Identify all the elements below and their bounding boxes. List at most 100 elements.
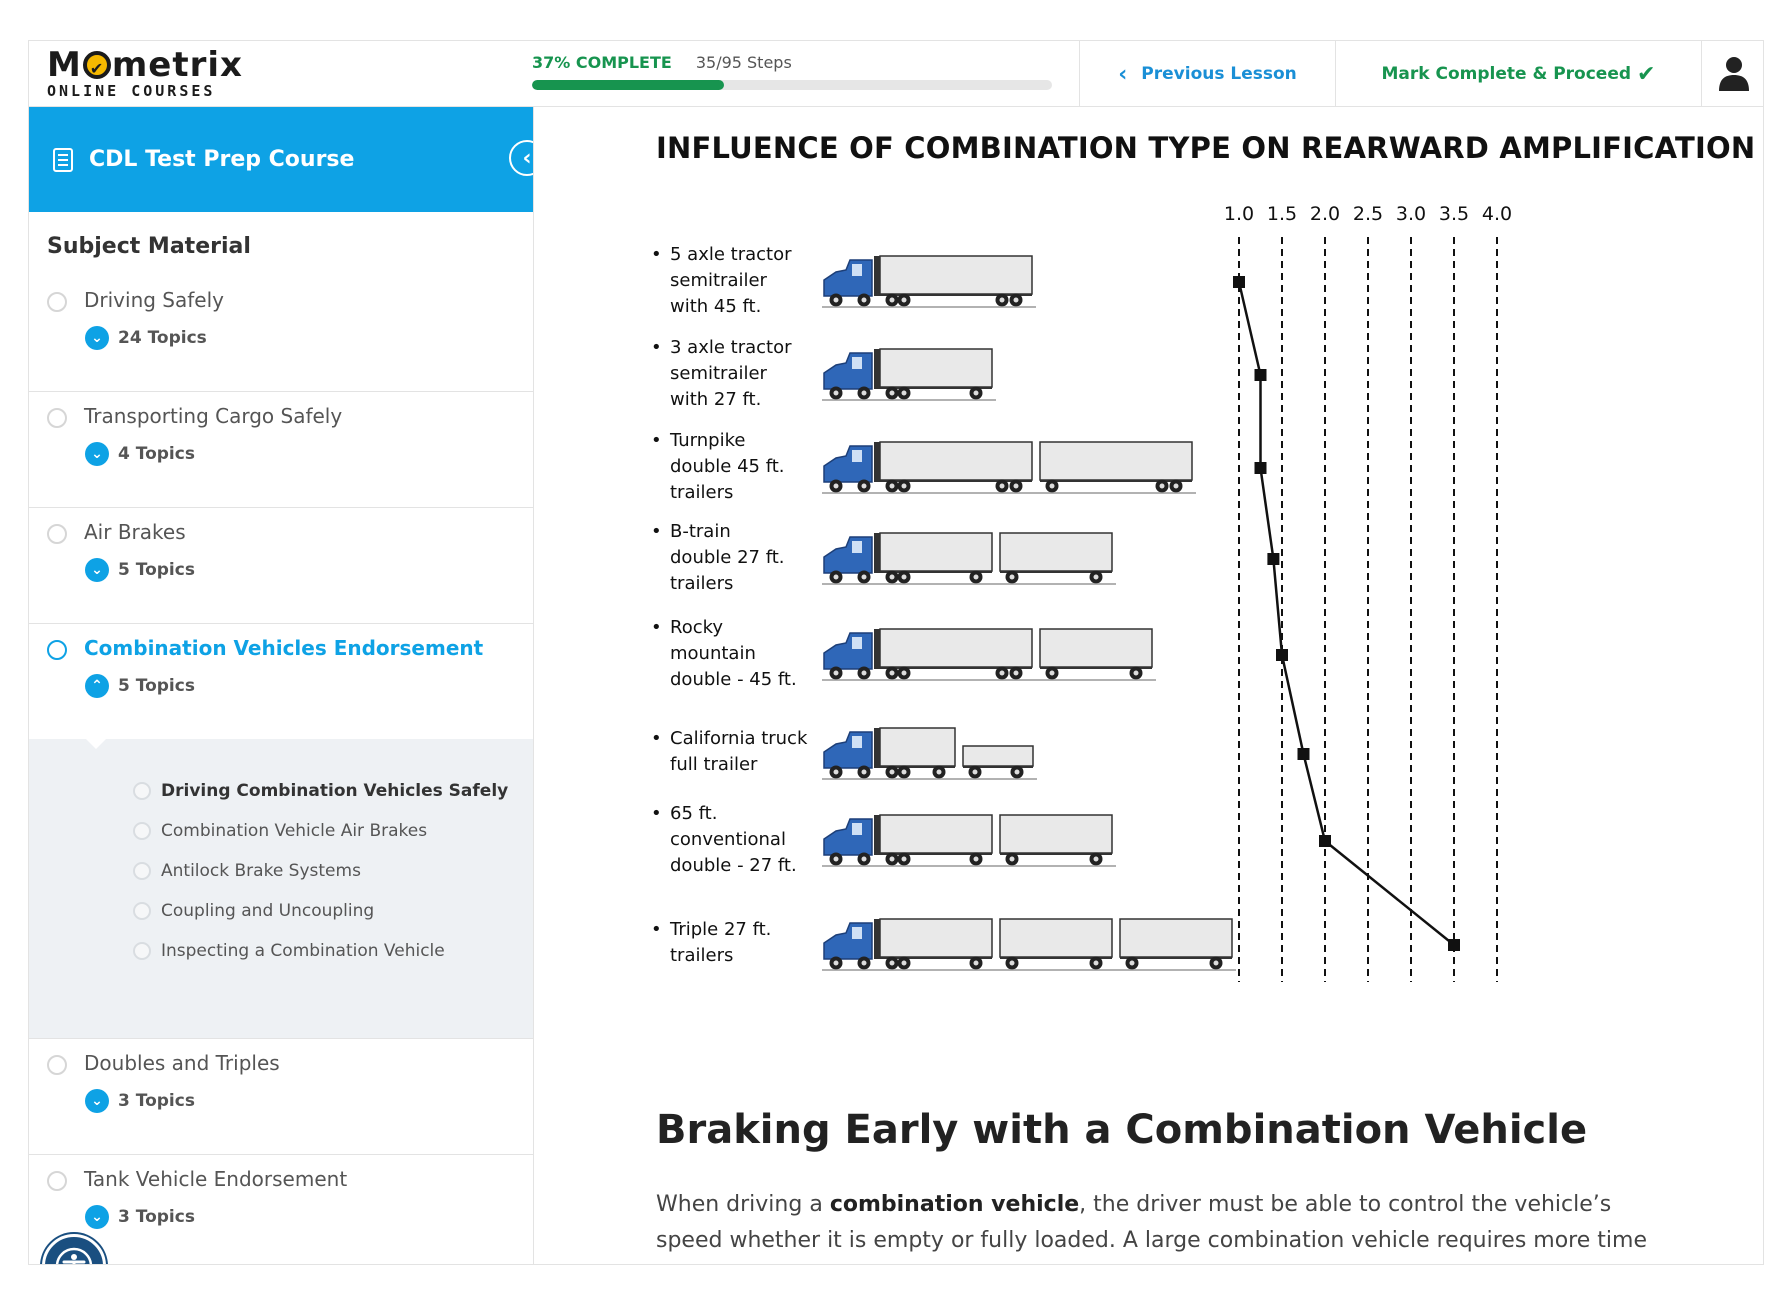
truck-stack [874, 629, 880, 669]
truck-cab [823, 352, 873, 390]
app-frame: Mmetrix ONLINE COURSES 37% COMPLETE 35/95… [28, 40, 1764, 1265]
bullet: • [651, 728, 662, 749]
truck-illustration [822, 814, 1116, 867]
category-label: semitrailer [670, 270, 768, 291]
truck-hub [861, 670, 867, 676]
x-tick-label: 1.5 [1267, 203, 1297, 225]
data-point [1267, 553, 1280, 565]
truck-hub [1009, 856, 1015, 862]
truck-hub [833, 574, 839, 580]
accessibility-icon [55, 1247, 93, 1264]
topics-toggle[interactable]: ⌄ 24 Topics [85, 326, 207, 350]
truck-hub [861, 483, 867, 489]
truck-hub [972, 769, 978, 775]
status-circle-icon [133, 942, 151, 960]
topics-toggle[interactable]: ⌄ 5 Topics [85, 558, 195, 582]
truck-hub [889, 769, 895, 775]
subtopic-item[interactable]: Coupling and Uncoupling [133, 901, 374, 921]
truck-hub [1093, 574, 1099, 580]
trailer-box [879, 348, 993, 388]
mometrix-logo[interactable]: Mmetrix ONLINE COURSES [47, 47, 277, 101]
truck-hub [1129, 960, 1135, 966]
section-combination-vehicles[interactable]: Combination Vehicles Endorsement ⌃ 5 Topi… [29, 624, 533, 739]
truck-illustration [822, 532, 1116, 585]
truck-stack [874, 533, 880, 573]
trailer-box [879, 532, 993, 572]
lesson-paragraph: When driving a combination vehicle, the … [656, 1187, 1656, 1259]
category-label: 3 axle tractor [670, 337, 792, 358]
truck-hub [833, 390, 839, 396]
truck-hub [1133, 670, 1139, 676]
truck-hub [889, 297, 895, 303]
category-label: full trailer [670, 754, 758, 775]
logo-check-icon [82, 51, 111, 87]
topics-toggle[interactable]: ⌄ 3 Topics [85, 1205, 195, 1229]
trailer-box [1039, 441, 1193, 481]
status-circle-icon [47, 292, 67, 312]
category-label: 65 ft. [670, 803, 717, 824]
status-circle-icon [47, 1171, 67, 1191]
subtopic-label: Driving Combination Vehicles Safely [161, 781, 509, 801]
subtopic-label: Antilock Brake Systems [161, 861, 361, 881]
topics-toggle[interactable]: ⌄ 3 Topics [85, 1089, 195, 1113]
truck-hub [889, 960, 895, 966]
status-circle-icon [133, 862, 151, 880]
truck-hub [901, 483, 907, 489]
topics-count: 24 Topics [118, 328, 207, 348]
truck-hub [999, 297, 1005, 303]
bullet: • [651, 803, 662, 824]
truck-hub [901, 670, 907, 676]
category-label: double - 45 ft. [670, 669, 797, 690]
section-driving-safely[interactable]: Driving Safely ⌄ 24 Topics [29, 276, 533, 392]
trailer-box [879, 441, 1033, 481]
truck-hub [1049, 670, 1055, 676]
x-tick-label: 3.5 [1439, 203, 1469, 225]
truck-stack [874, 728, 880, 768]
paragraph-bold-term: combination vehicle [829, 1192, 1080, 1217]
course-progress: 37% COMPLETE 35/95 Steps [532, 53, 1052, 90]
trailer-box [879, 814, 993, 854]
status-circle-icon [47, 1055, 67, 1075]
truck-stack [874, 349, 880, 389]
truck-hub [889, 390, 895, 396]
truck-hub [901, 574, 907, 580]
category-label: California truck [670, 728, 808, 749]
chevron-down-icon: ⌄ [85, 442, 109, 466]
truck-hub [833, 483, 839, 489]
mark-complete-button[interactable]: Mark Complete & Proceed ✔ [1335, 41, 1701, 107]
user-account-button[interactable] [1701, 41, 1763, 107]
section-doubles-triples[interactable]: Doubles and Triples ⌄ 3 Topics [29, 1039, 533, 1155]
section-heading: Braking Early with a Combination Vehicle [656, 1107, 1588, 1153]
collapse-sidebar-button[interactable]: ‹ [509, 140, 533, 176]
topics-toggle[interactable]: ⌃ 5 Topics [85, 674, 195, 698]
truck-cab [823, 922, 873, 960]
section-transporting-cargo[interactable]: Transporting Cargo Safely ⌄ 4 Topics [29, 392, 533, 508]
category-label: double 27 ft. [670, 547, 785, 568]
chevron-left-icon: ‹ [1118, 61, 1128, 87]
status-circle-icon [47, 640, 67, 660]
subtopic-item[interactable]: Combination Vehicle Air Brakes [133, 821, 427, 841]
truck-stack [874, 919, 880, 959]
trailer-box [999, 814, 1113, 854]
previous-lesson-button[interactable]: ‹ Previous Lesson [1079, 41, 1335, 107]
subtopic-item[interactable]: Antilock Brake Systems [133, 861, 361, 881]
section-name: Tank Vehicle Endorsement [84, 1167, 348, 1191]
subtopic-item[interactable]: Driving Combination Vehicles Safely [133, 781, 508, 801]
truck-illustration [822, 348, 996, 401]
subtopic-item[interactable]: Inspecting a Combination Vehicle [133, 941, 445, 961]
truck-window [852, 927, 862, 939]
course-header[interactable]: CDL Test Prep Course ‹ [29, 107, 533, 212]
truck-window [852, 541, 862, 553]
truck-stack [874, 256, 880, 296]
progress-bar-fill [532, 80, 725, 90]
truck-hub [833, 856, 839, 862]
trailer-box [1119, 918, 1233, 958]
truck-window [852, 823, 862, 835]
section-air-brakes[interactable]: Air Brakes ⌄ 5 Topics [29, 508, 533, 624]
section-tank-vehicle[interactable]: Tank Vehicle Endorsement ⌄ 3 Topics [29, 1155, 533, 1264]
category-label: mountain [670, 643, 756, 664]
topics-count: 3 Topics [118, 1091, 195, 1111]
category-label: 5 axle tractor [670, 244, 792, 265]
topics-toggle[interactable]: ⌄ 4 Topics [85, 442, 195, 466]
progress-bar [532, 80, 1052, 90]
